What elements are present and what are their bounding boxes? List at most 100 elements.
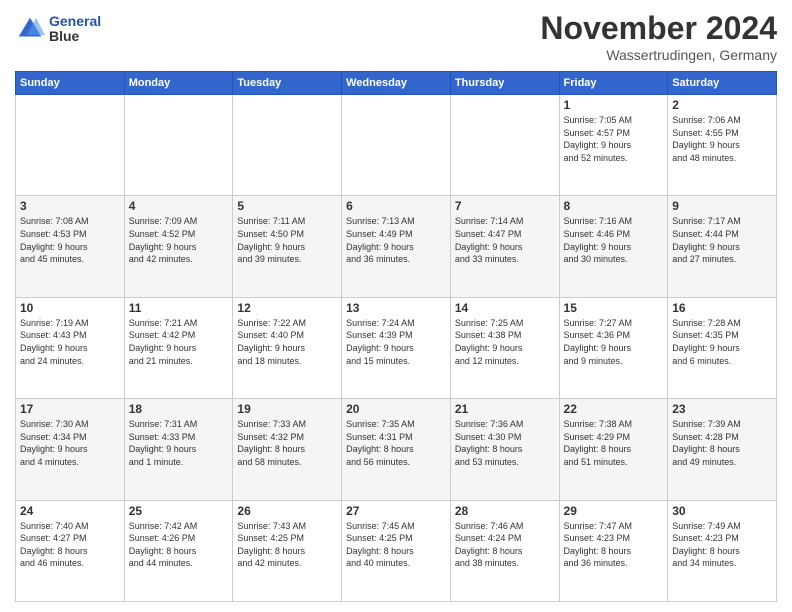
day-info: Sunrise: 7:14 AMSunset: 4:47 PMDaylight:… [455,215,555,265]
day-info: Sunrise: 7:39 AMSunset: 4:28 PMDaylight:… [672,418,772,468]
weekday-header-sunday: Sunday [16,72,125,95]
day-number: 6 [346,199,446,213]
day-number: 13 [346,301,446,315]
calendar-cell: 11Sunrise: 7:21 AMSunset: 4:42 PMDayligh… [124,297,233,398]
calendar-cell: 1 Sunrise: 7:05 AMSunset: 4:57 PMDaylight… [559,95,668,196]
weekday-header-thursday: Thursday [450,72,559,95]
logo: General Blue [15,14,101,45]
day-number: 11 [129,301,229,315]
day-info: Sunrise: 7:45 AMSunset: 4:25 PMDaylight:… [346,520,446,570]
calendar-cell: 26Sunrise: 7:43 AMSunset: 4:25 PMDayligh… [233,500,342,601]
calendar-cell: 28 Sunrise: 7:46 AMSunset: 4:24 PMDayligh… [450,500,559,601]
calendar-cell: 2Sunrise: 7:06 AMSunset: 4:55 PMDaylight… [668,95,777,196]
day-info: Sunrise: 7:43 AMSunset: 4:25 PMDaylight:… [237,520,337,570]
calendar: SundayMondayTuesdayWednesdayThursdayFrid… [15,71,777,602]
day-number: 30 [672,504,772,518]
calendar-week-5: 24 Sunrise: 7:40 AMSunset: 4:27 PMDayligh… [16,500,777,601]
day-number: 20 [346,402,446,416]
title-block: November 2024 Wassertrudingen, Germany [540,10,777,63]
calendar-cell: 24 Sunrise: 7:40 AMSunset: 4:27 PMDayligh… [16,500,125,601]
weekday-header-friday: Friday [559,72,668,95]
day-info: Sunrise: 7:33 AMSunset: 4:32 PMDaylight:… [237,418,337,468]
calendar-cell: 9Sunrise: 7:17 AMSunset: 4:44 PMDaylight… [668,196,777,297]
day-info: Sunrise: 7:11 AMSunset: 4:50 PMDaylight:… [237,215,337,265]
header: General Blue November 2024 Wassertruding… [15,10,777,63]
weekday-header-row: SundayMondayTuesdayWednesdayThursdayFrid… [16,72,777,95]
calendar-cell: 18Sunrise: 7:31 AMSunset: 4:33 PMDayligh… [124,399,233,500]
day-number: 21 [455,402,555,416]
day-info: Sunrise: 7:05 AMSunset: 4:57 PMDaylight:… [564,114,664,164]
location: Wassertrudingen, Germany [540,47,777,63]
calendar-week-3: 10 Sunrise: 7:19 AMSunset: 4:43 PMDayligh… [16,297,777,398]
day-number: 12 [237,301,337,315]
calendar-cell: 30 Sunrise: 7:49 AMSunset: 4:23 PMDayligh… [668,500,777,601]
calendar-cell: 7Sunrise: 7:14 AMSunset: 4:47 PMDaylight… [450,196,559,297]
calendar-cell: 17 Sunrise: 7:30 AMSunset: 4:34 PMDayligh… [16,399,125,500]
day-info: Sunrise: 7:46 AMSunset: 4:24 PMDaylight:… [455,520,555,570]
day-number: 4 [129,199,229,213]
day-number: 19 [237,402,337,416]
day-info: Sunrise: 7:36 AMSunset: 4:30 PMDaylight:… [455,418,555,468]
day-info: Sunrise: 7:22 AMSunset: 4:40 PMDaylight:… [237,317,337,367]
day-info: Sunrise: 7:38 AMSunset: 4:29 PMDaylight:… [564,418,664,468]
day-info: Sunrise: 7:27 AMSunset: 4:36 PMDaylight:… [564,317,664,367]
calendar-cell: 10 Sunrise: 7:19 AMSunset: 4:43 PMDayligh… [16,297,125,398]
day-info: Sunrise: 7:08 AMSunset: 4:53 PMDaylight:… [20,215,120,265]
day-number: 3 [20,199,120,213]
page: General Blue November 2024 Wassertruding… [0,0,792,612]
day-info: Sunrise: 7:16 AMSunset: 4:46 PMDaylight:… [564,215,664,265]
day-number: 28 [455,504,555,518]
day-number: 24 [20,504,120,518]
calendar-cell: 12 Sunrise: 7:22 AMSunset: 4:40 PMDayligh… [233,297,342,398]
day-number: 10 [20,301,120,315]
calendar-cell: 4 Sunrise: 7:09 AMSunset: 4:52 PMDaylight… [124,196,233,297]
day-info: Sunrise: 7:28 AMSunset: 4:35 PMDaylight:… [672,317,772,367]
calendar-cell: 3 Sunrise: 7:08 AMSunset: 4:53 PMDaylight… [16,196,125,297]
day-info: Sunrise: 7:09 AMSunset: 4:52 PMDaylight:… [129,215,229,265]
day-number: 16 [672,301,772,315]
calendar-cell: 25Sunrise: 7:42 AMSunset: 4:26 PMDayligh… [124,500,233,601]
day-info: Sunrise: 7:24 AMSunset: 4:39 PMDaylight:… [346,317,446,367]
calendar-cell: 16 Sunrise: 7:28 AMSunset: 4:35 PMDayligh… [668,297,777,398]
calendar-cell: 15 Sunrise: 7:27 AMSunset: 4:36 PMDayligh… [559,297,668,398]
day-number: 17 [20,402,120,416]
day-number: 22 [564,402,664,416]
weekday-header-monday: Monday [124,72,233,95]
day-number: 15 [564,301,664,315]
day-number: 9 [672,199,772,213]
logo-text: General Blue [49,14,101,45]
day-info: Sunrise: 7:49 AMSunset: 4:23 PMDaylight:… [672,520,772,570]
day-number: 29 [564,504,664,518]
day-number: 27 [346,504,446,518]
day-number: 2 [672,98,772,112]
day-info: Sunrise: 7:19 AMSunset: 4:43 PMDaylight:… [20,317,120,367]
day-number: 23 [672,402,772,416]
calendar-cell: 5 Sunrise: 7:11 AMSunset: 4:50 PMDaylight… [233,196,342,297]
day-info: Sunrise: 7:35 AMSunset: 4:31 PMDaylight:… [346,418,446,468]
day-number: 14 [455,301,555,315]
calendar-week-4: 17 Sunrise: 7:30 AMSunset: 4:34 PMDayligh… [16,399,777,500]
calendar-cell: 21 Sunrise: 7:36 AMSunset: 4:30 PMDayligh… [450,399,559,500]
calendar-cell [233,95,342,196]
calendar-week-2: 3 Sunrise: 7:08 AMSunset: 4:53 PMDaylight… [16,196,777,297]
calendar-cell: 23 Sunrise: 7:39 AMSunset: 4:28 PMDayligh… [668,399,777,500]
day-info: Sunrise: 7:30 AMSunset: 4:34 PMDaylight:… [20,418,120,468]
day-info: Sunrise: 7:25 AMSunset: 4:38 PMDaylight:… [455,317,555,367]
calendar-cell [342,95,451,196]
calendar-cell: 29 Sunrise: 7:47 AMSunset: 4:23 PMDayligh… [559,500,668,601]
calendar-cell [124,95,233,196]
weekday-header-saturday: Saturday [668,72,777,95]
day-info: Sunrise: 7:47 AMSunset: 4:23 PMDaylight:… [564,520,664,570]
logo-icon [15,14,45,44]
day-info: Sunrise: 7:13 AMSunset: 4:49 PMDaylight:… [346,215,446,265]
day-number: 1 [564,98,664,112]
calendar-cell: 27 Sunrise: 7:45 AMSunset: 4:25 PMDayligh… [342,500,451,601]
day-number: 5 [237,199,337,213]
calendar-cell: 8Sunrise: 7:16 AMSunset: 4:46 PMDaylight… [559,196,668,297]
weekday-header-wednesday: Wednesday [342,72,451,95]
calendar-week-1: 1 Sunrise: 7:05 AMSunset: 4:57 PMDaylight… [16,95,777,196]
day-info: Sunrise: 7:31 AMSunset: 4:33 PMDaylight:… [129,418,229,468]
day-number: 25 [129,504,229,518]
weekday-header-tuesday: Tuesday [233,72,342,95]
day-info: Sunrise: 7:40 AMSunset: 4:27 PMDaylight:… [20,520,120,570]
